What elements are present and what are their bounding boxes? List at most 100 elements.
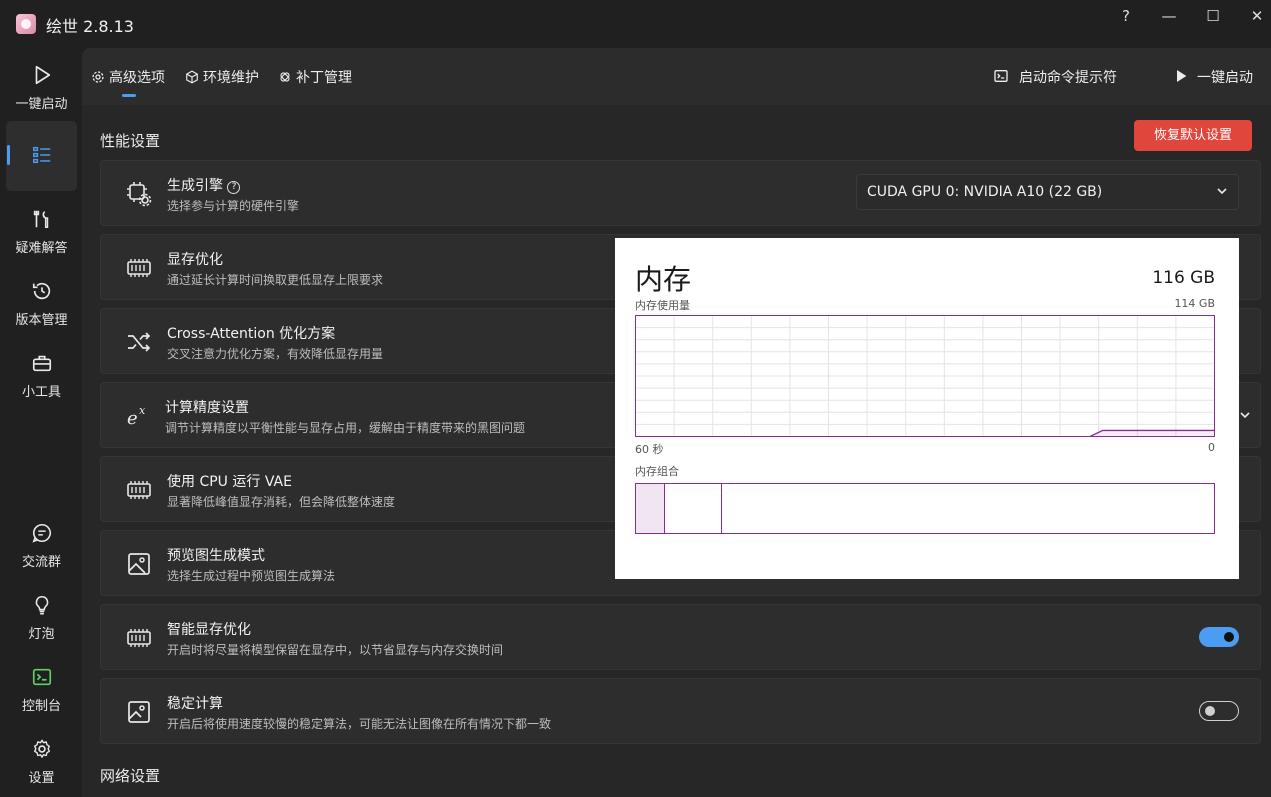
nav-advanced-options[interactable] — [6, 144, 77, 166]
nav-label: 版本管理 — [15, 313, 68, 328]
engine-select[interactable]: CUDA GPU 0: NVIDIA A10 (22 GB) — [856, 174, 1239, 210]
minimize-button[interactable]: — — [1156, 5, 1182, 27]
setting-card-stable-compute: 稳定计算 开启后将使用速度较慢的稳定算法，可能无法让图像在所有情况下都一致 — [100, 678, 1261, 744]
nav-version-management[interactable]: 版本管理 — [6, 280, 77, 328]
tab-environment-maintenance[interactable]: 环境维护 — [185, 67, 259, 87]
setting-desc: 显著降低峰值显存消耗，但会降低整体速度 — [167, 495, 396, 509]
gear-icon — [92, 71, 104, 83]
setting-title: 生成引擎 ? — [167, 175, 241, 195]
svg-text:e: e — [127, 408, 138, 429]
nav-label: 控制台 — [21, 699, 61, 714]
nav-label: 疑难解答 — [15, 241, 68, 256]
chip-gear-icon — [127, 182, 152, 207]
memory-total: 116 GB — [1152, 268, 1215, 288]
app-logo — [16, 14, 36, 34]
setting-desc: 开启后将使用速度较慢的稳定算法，可能无法让图像在所有情况下都一致 — [167, 717, 552, 731]
console-icon — [32, 668, 51, 686]
memory-usage-fill — [1090, 430, 1215, 437]
setting-desc: 调节计算精度以平衡性能与显存占用，缓解由于精度带来的黑图问题 — [165, 421, 526, 435]
play-icon — [1177, 70, 1187, 82]
nav-label: 小工具 — [21, 385, 61, 400]
memory-composition-bar — [635, 483, 1215, 534]
memory-usage-graph — [635, 315, 1215, 437]
nav-lightbulb[interactable]: 灯泡 — [6, 594, 77, 642]
nav-label: 一键启动 — [15, 97, 68, 112]
setting-desc: 交叉注意力优化方案，有效降低显存用量 — [167, 347, 384, 361]
history-icon — [32, 282, 50, 300]
tab-label: 补丁管理 — [296, 70, 352, 86]
tab-advanced-options[interactable]: 高级选项 — [91, 67, 165, 87]
action-label: 一键启动 — [1197, 70, 1253, 86]
setting-title: 使用 CPU 运行 VAE — [167, 474, 292, 490]
tab-label: 高级选项 — [109, 70, 165, 86]
one-click-launch-button[interactable]: 一键启动 — [1173, 67, 1253, 87]
toolbox-icon — [32, 355, 51, 372]
title-bar: 绘世 2.8.13 ? — ☐ ✕ — [0, 0, 1271, 48]
setting-desc: 选择生成过程中预览图生成算法 — [167, 569, 336, 583]
memory-title: 内存 — [635, 263, 692, 296]
network-section-title: 网络设置 — [100, 767, 161, 785]
cube-icon — [186, 70, 198, 84]
memory-time-left: 60 秒 — [635, 443, 664, 456]
memory-usage-label: 内存使用量 — [635, 299, 690, 312]
nav-one-click-launch[interactable]: 一键启动 — [6, 64, 77, 112]
setting-title: 显存优化 — [167, 252, 223, 268]
setting-title: 智能显存优化 — [167, 622, 251, 638]
help-button[interactable]: ? — [1113, 5, 1139, 27]
shuffle-icon — [128, 332, 151, 352]
lightbulb-icon — [35, 595, 48, 615]
memory-icon — [127, 629, 151, 647]
setting-desc: 选择参与计算的硬件引擎 — [167, 199, 300, 213]
tools-icon — [33, 210, 48, 228]
close-button[interactable]: ✕ — [1244, 5, 1270, 27]
setting-title: 预览图生成模式 — [167, 548, 265, 564]
memory-monitor-panel: 内存 116 GB 内存使用量 114 GB 60 秒 0 内存组合 — [615, 238, 1239, 579]
engine-select-value: CUDA GPU 0: NVIDIA A10 (22 GB) — [867, 184, 1103, 200]
performance-section-title: 性能设置 — [100, 132, 161, 150]
chevron-down-icon[interactable] — [1239, 409, 1251, 421]
chat-icon — [31, 523, 51, 543]
launch-cmd-prompt-button[interactable]: 启动命令提示符 — [993, 67, 1117, 87]
setting-title: Cross-Attention 优化方案 — [167, 326, 336, 342]
gear-icon — [33, 739, 50, 758]
list-settings-icon — [32, 146, 50, 164]
image-icon — [128, 553, 150, 575]
image-edit-icon — [128, 701, 150, 723]
nav-community-group[interactable]: 交流群 — [6, 522, 77, 570]
memory-icon — [127, 259, 151, 277]
setting-desc: 通过延长计算时间换取更低显存上限要求 — [167, 273, 384, 287]
tab-active-indicator — [122, 94, 136, 97]
help-circle-icon[interactable]: ? — [227, 181, 241, 194]
nav-label: 交流群 — [21, 555, 61, 570]
setting-card-engine: 生成引擎 ? 选择参与计算的硬件引擎 CUDA GPU 0: NVIDIA A1… — [100, 160, 1261, 226]
app-title: 绘世 2.8.13 — [46, 17, 134, 36]
reset-defaults-button[interactable]: 恢复默认设置 — [1134, 120, 1252, 151]
setting-card-smart-vram: 智能显存优化 开启时将尽量将模型保留在显存中，以节省显存与内存交换时间 — [100, 604, 1261, 670]
memory-time-right: 0 — [1208, 441, 1215, 454]
terminal-icon — [994, 70, 1008, 82]
smart-vram-toggle[interactable] — [1199, 627, 1239, 647]
exponent-icon: e x — [127, 404, 146, 429]
setting-desc: 开启时将尽量将模型保留在显存中，以节省显存与内存交换时间 — [167, 643, 504, 657]
memory-usage-max: 114 GB — [1174, 297, 1215, 310]
nav-console[interactable]: 控制台 — [6, 666, 77, 714]
maximize-button[interactable]: ☐ — [1200, 5, 1226, 27]
patch-icon — [280, 72, 290, 82]
tab-patch-management[interactable]: 补丁管理 — [278, 67, 352, 87]
nav-label: 灯泡 — [28, 627, 55, 642]
action-label: 启动命令提示符 — [1019, 70, 1117, 86]
sidebar: 一键启动 疑难解答 版本管理 小工具 交流群 灯泡 控制台 设置 — [0, 48, 82, 797]
memory-icon — [127, 481, 151, 499]
top-tab-bar: 高级选项 环境维护 补丁管理 启动命令提示符 一键启动 — [82, 48, 1271, 105]
chevron-down-icon — [1217, 188, 1227, 195]
nav-settings[interactable]: 设置 — [6, 738, 77, 786]
nav-troubleshooting[interactable]: 疑难解答 — [6, 208, 77, 256]
nav-small-tools[interactable]: 小工具 — [6, 352, 77, 400]
play-icon — [35, 65, 50, 85]
memory-composition-border — [635, 483, 1215, 534]
svg-text:x: x — [139, 404, 146, 417]
tab-label: 环境维护 — [203, 70, 259, 86]
memory-in-use-segment — [635, 483, 665, 534]
setting-title: 稳定计算 — [167, 696, 223, 712]
stable-compute-toggle[interactable] — [1199, 701, 1239, 721]
